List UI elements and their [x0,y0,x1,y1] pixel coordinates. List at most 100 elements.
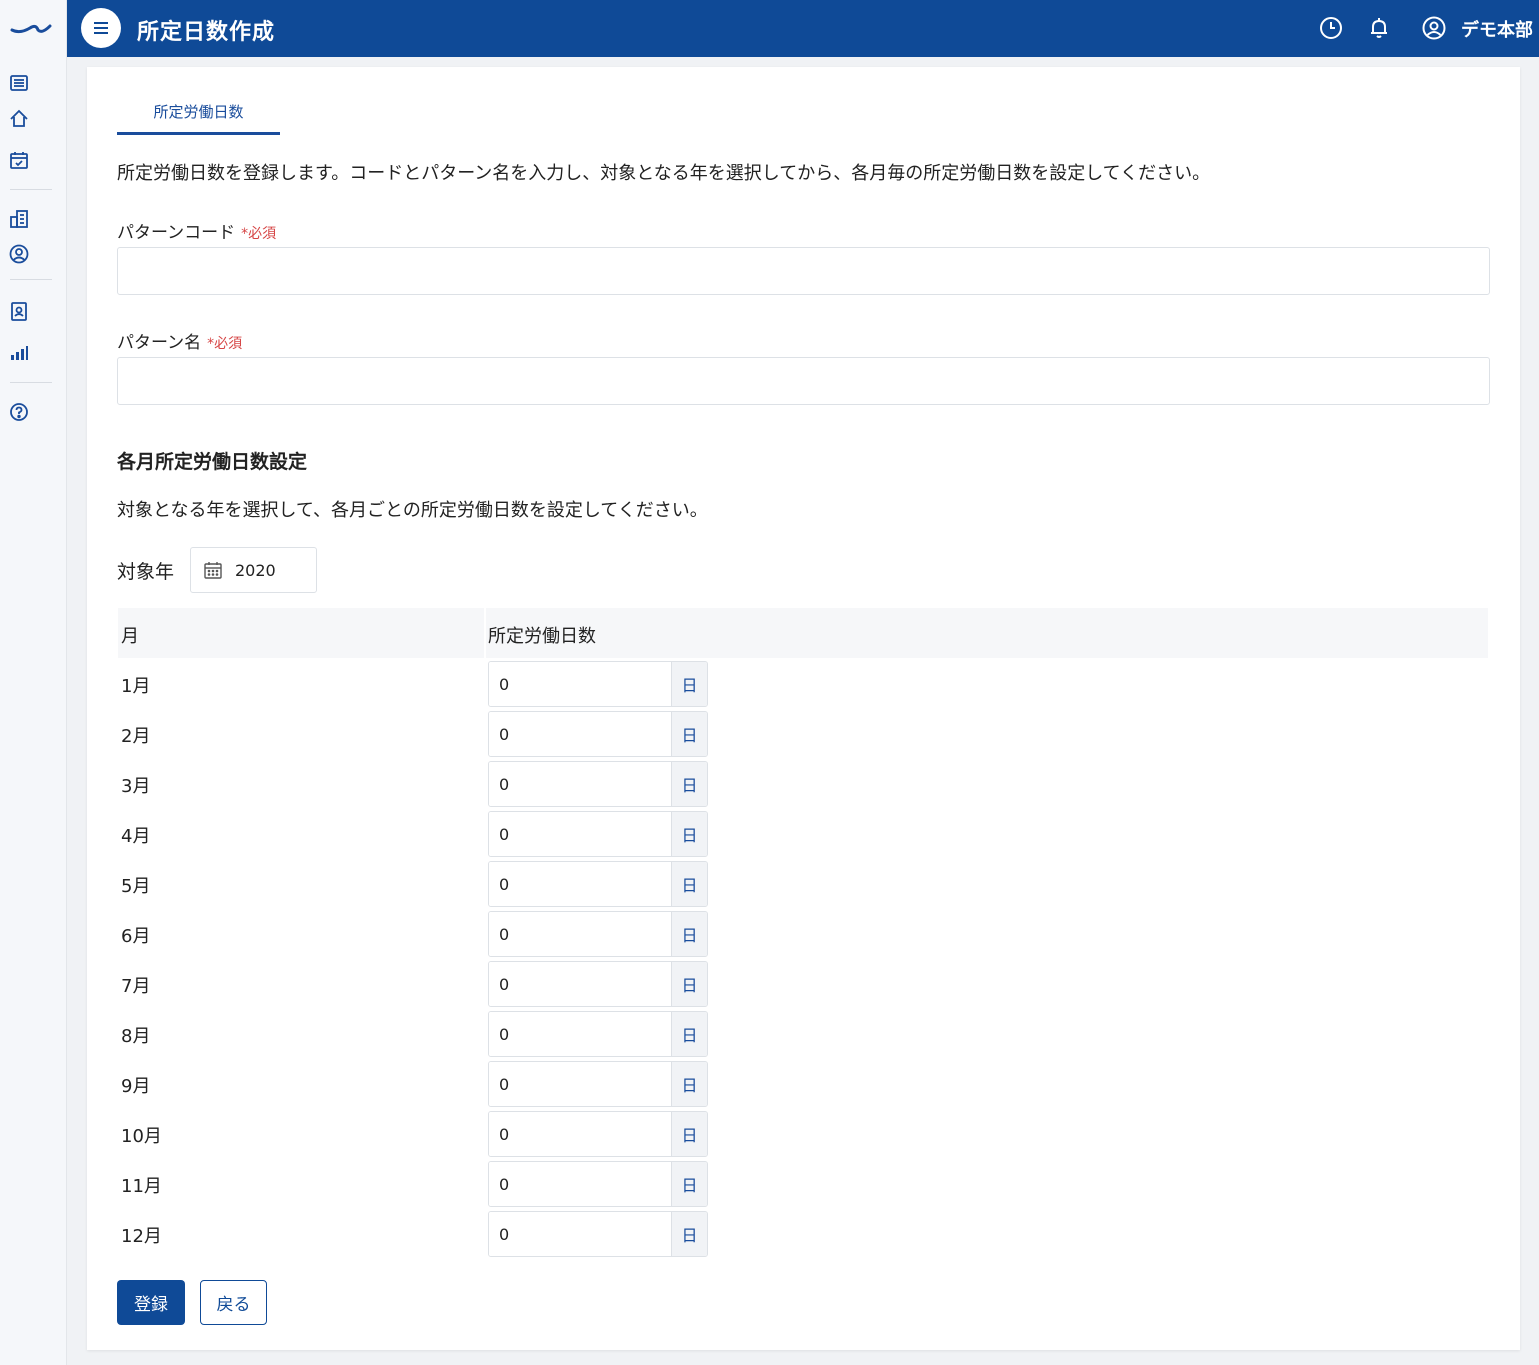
home-icon[interactable] [8,108,30,130]
menu-button[interactable] [81,8,121,48]
pattern-name-input[interactable] [117,357,1490,405]
column-divider [484,608,486,658]
sidebar [0,0,67,1365]
days-input-group: 日 [488,911,708,957]
column-header-month: 月 [121,626,139,647]
days-input-group: 日 [488,1011,708,1057]
sidebar-divider [10,382,52,383]
column-header-days: 所定労働日数 [488,626,596,647]
days-input[interactable] [489,1012,671,1056]
days-input-group: 日 [488,1211,708,1257]
month-label: 5月 [121,876,151,897]
id-badge-icon[interactable] [8,300,30,322]
month-label: 12月 [121,1226,162,1247]
table-row: 10月 日 [118,1108,1488,1158]
days-input-group: 日 [488,1061,708,1107]
days-unit-label: 日 [671,912,707,956]
days-unit-label: 日 [671,1062,707,1106]
days-unit-label: 日 [671,762,707,806]
table-row: 9月 日 [118,1058,1488,1108]
back-button[interactable]: 戻る [200,1280,267,1325]
days-unit-label: 日 [671,1162,707,1206]
table-row: 1月 日 [118,658,1488,708]
monthly-days-table: 月 所定労働日数 1月日2月日3月日4月日5月日6月日7月日8月日9月日10月日… [118,608,1488,1258]
days-input-group: 日 [488,961,708,1007]
days-input[interactable] [489,1162,671,1206]
days-input[interactable] [489,1212,671,1256]
days-unit-label: 日 [671,662,707,706]
required-mark: *必須 [241,226,277,242]
table-row: 3月 日 [118,758,1488,808]
days-input-group: 日 [488,711,708,757]
month-label: 9月 [121,1076,151,1097]
sidebar-divider [10,279,52,280]
table-row: 7月 日 [118,958,1488,1008]
days-input[interactable] [489,662,671,706]
days-unit-label: 日 [671,1112,707,1156]
month-label: 11月 [121,1176,162,1197]
pattern-code-label: パターンコード *必須 [117,223,277,243]
days-input[interactable] [489,862,671,906]
list-icon[interactable] [8,72,30,94]
days-unit-label: 日 [671,862,707,906]
pattern-code-input[interactable] [117,247,1490,295]
bar-chart-icon[interactable] [8,342,30,364]
calendar-check-icon[interactable] [8,149,30,171]
month-label: 8月 [121,1026,151,1047]
days-input[interactable] [489,712,671,756]
user-name[interactable]: デモ本部 [1461,16,1533,42]
days-input-group: 日 [488,661,708,707]
table-row: 5月 日 [118,858,1488,908]
target-year-label: 対象年 [117,561,175,583]
required-mark: *必須 [207,336,243,352]
table-row: 6月 日 [118,908,1488,958]
days-input[interactable] [489,1112,671,1156]
page-title: 所定日数作成 [137,20,276,45]
month-label: 1月 [121,676,151,697]
monthly-section-title: 各月所定労働日数設定 [117,451,308,473]
month-label: 6月 [121,926,151,947]
days-input-group: 日 [488,1161,708,1207]
logo-icon [10,24,52,34]
account-icon[interactable] [1421,15,1447,41]
month-label: 10月 [121,1126,162,1147]
days-unit-label: 日 [671,712,707,756]
days-input-group: 日 [488,861,708,907]
year-picker[interactable]: 2020 [190,547,317,593]
month-label: 4月 [121,826,151,847]
table-row: 2月 日 [118,708,1488,758]
table-row: 8月 日 [118,1008,1488,1058]
user-circle-icon[interactable] [8,243,30,265]
days-input[interactable] [489,962,671,1006]
pattern-name-label: パターン名 *必須 [117,333,243,353]
days-input[interactable] [489,762,671,806]
days-input-group: 日 [488,1111,708,1157]
days-input[interactable] [489,812,671,856]
days-input[interactable] [489,912,671,956]
table-body: 1月日2月日3月日4月日5月日6月日7月日8月日9月日10月日11月日12月日 [118,658,1488,1258]
table-row: 12月 日 [118,1208,1488,1258]
table-header: 月 所定労働日数 [118,608,1488,658]
bell-icon[interactable] [1366,15,1392,41]
days-input-group: 日 [488,811,708,857]
help-icon[interactable] [8,401,30,423]
building-icon[interactable] [8,208,30,230]
calendar-icon [204,562,222,579]
top-bar: 所定日数作成 デモ本部 [67,0,1539,57]
month-label: 2月 [121,726,151,747]
days-input-group: 日 [488,761,708,807]
tab-working-days[interactable]: 所定労働日数 [117,97,280,135]
monthly-section-description: 対象となる年を選択して、各月ごとの所定労働日数を設定してください。 [117,500,708,521]
clock-icon[interactable] [1318,15,1344,41]
menu-icon [94,22,108,34]
days-unit-label: 日 [671,962,707,1006]
table-row: 4月 日 [118,808,1488,858]
days-unit-label: 日 [671,1212,707,1256]
days-input[interactable] [489,1062,671,1106]
month-label: 3月 [121,776,151,797]
sidebar-divider [10,189,52,190]
main-card: 所定労働日数 所定労働日数を登録します。コードとパターン名を入力し、対象となる年… [87,67,1520,1350]
register-button[interactable]: 登録 [117,1280,185,1325]
intro-text: 所定労働日数を登録します。コードとパターン名を入力し、対象となる年を選択してから… [117,163,1211,184]
month-label: 7月 [121,976,151,997]
